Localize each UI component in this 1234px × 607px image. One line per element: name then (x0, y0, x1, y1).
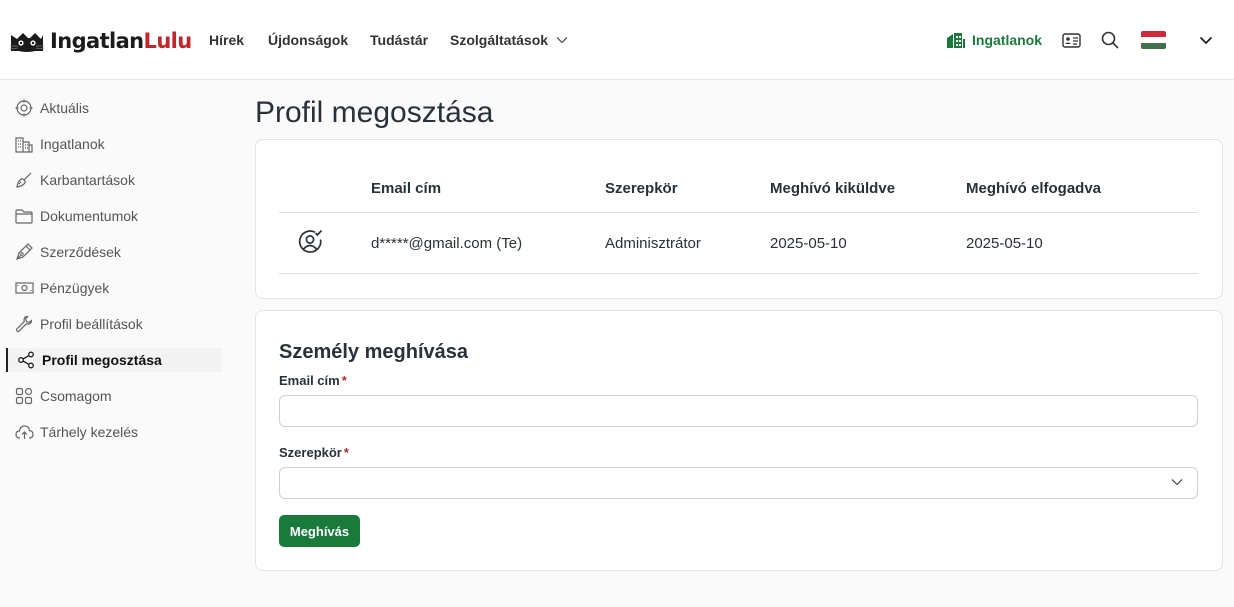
logo-text-main: Ingatlan (50, 29, 144, 53)
chevron-down-icon (1171, 479, 1183, 486)
cell-email: d*****@gmail.com (Te) (371, 235, 523, 252)
cloud-upload-icon (14, 422, 34, 442)
table-divider (279, 273, 1198, 274)
search-icon (1101, 31, 1119, 49)
role-select[interactable] (279, 467, 1198, 499)
sidebar-item-label: Profil megosztása (42, 352, 162, 368)
grid-icon (14, 386, 34, 406)
nav-label: Újdonságok (268, 32, 349, 48)
nav-hirek[interactable]: Hírek (209, 0, 244, 80)
cell-accepted: 2025-05-10 (966, 235, 1043, 252)
cell-role: Adminisztrátor (605, 235, 701, 252)
column-header-role: Szerepkör (605, 180, 678, 197)
sidebar-item-karbantartasok[interactable]: Karbantartások (6, 168, 222, 192)
column-header-accepted: Meghívó elfogadva (966, 180, 1102, 197)
ingatlanok-link[interactable]: Ingatlanok (946, 0, 1042, 80)
sidebar-item-label: Ingatlanok (40, 136, 105, 152)
search-button[interactable] (1101, 0, 1119, 80)
shared-users-table: Email cím Szerepkör Meghívó kiküldve Meg… (255, 139, 1223, 299)
email-label-text: Email cím (279, 373, 340, 388)
sidebar-item-label: Pénzügyek (40, 280, 110, 296)
role-label: Szerepkör * (279, 445, 349, 460)
brush-icon (14, 170, 34, 190)
sidebar-item-label: Profil beállítások (40, 316, 143, 332)
sidebar-item-tarhely-kezeles[interactable]: Tárhely kezelés (6, 420, 222, 444)
sidebar-item-label: Szerződések (40, 244, 121, 260)
language-selector[interactable] (1141, 0, 1166, 80)
column-header-email: Email cím (371, 180, 442, 197)
table-divider (279, 212, 1198, 213)
sidebar-item-label: Tárhely kezelés (40, 424, 139, 440)
pen-icon (14, 242, 34, 262)
id-card-button[interactable] (1062, 0, 1081, 80)
sidebar-item-aktualis[interactable]: Aktuális (6, 96, 222, 120)
share-icon (16, 350, 36, 370)
cash-icon (14, 278, 34, 298)
invite-form: Személy meghívása Email cím * Szerepkör * … (255, 310, 1223, 571)
ingatlanok-label: Ingatlanok (972, 32, 1043, 48)
logo-text: IngatlanLulu (50, 29, 192, 53)
nav-label: Hírek (209, 32, 245, 48)
sidebar-item-penzugyek[interactable]: Pénzügyek (6, 276, 222, 300)
sidebar-item-label: Karbantartások (40, 172, 135, 188)
role-label-text: Szerepkör (279, 445, 342, 460)
nav-label: Tudástár (370, 32, 429, 48)
column-header-sent: Meghívó kiküldve (770, 180, 896, 197)
chevron-down-icon (1199, 36, 1213, 44)
sidebar-item-szerzodesek[interactable]: Szerződések (6, 240, 222, 264)
nav-label: Szolgáltatások (450, 32, 549, 48)
email-input[interactable] (279, 395, 1198, 427)
nav-ujdonsagok[interactable]: Újdonságok (268, 0, 348, 80)
email-label: Email cím * (279, 373, 347, 388)
user-menu-toggle[interactable] (1199, 0, 1213, 80)
sidebar-item-ingatlanok[interactable]: Ingatlanok (6, 132, 222, 156)
hungarian-flag-icon (1141, 31, 1166, 49)
page-title: Profil megosztása (255, 96, 494, 129)
wrench-icon (14, 314, 34, 334)
invite-title: Személy meghívása (279, 341, 468, 363)
sidebar-item-label: Csomagom (40, 388, 112, 404)
logo-text-accent: Lulu (143, 29, 193, 53)
sidebar-item-dokumentumok[interactable]: Dokumentumok (6, 204, 222, 228)
sidebar-item-label: Aktuális (40, 100, 90, 116)
sidebar-item-profil-megosztasa[interactable]: Profil megosztása (6, 348, 222, 372)
sidebar-item-label: Dokumentumok (40, 208, 139, 224)
user-check-icon (298, 229, 323, 253)
cell-sent: 2025-05-10 (770, 235, 847, 252)
cat-logo-icon (9, 33, 45, 52)
building-icon (947, 32, 965, 48)
buildings-icon (14, 134, 34, 154)
sidebar-item-csomagom[interactable]: Csomagom (6, 384, 222, 408)
nav-tudastar[interactable]: Tudástár (370, 0, 428, 80)
required-mark: * (341, 373, 347, 388)
chevron-down-icon (556, 37, 568, 44)
top-header: IngatlanLulu Hírek Újdonságok Tudástár S… (0, 0, 1234, 80)
invite-button[interactable]: Meghívás (279, 515, 360, 547)
sidebar-item-profil-beallitasok[interactable]: Profil beállítások (6, 312, 222, 336)
id-card-icon (1062, 32, 1081, 48)
folder-icon (14, 206, 34, 226)
target-icon (14, 98, 34, 118)
flag-stripe (1141, 43, 1166, 49)
nav-szolgaltatasok[interactable]: Szolgáltatások (450, 0, 568, 80)
logo[interactable]: IngatlanLulu (8, 26, 192, 56)
required-mark: * (343, 445, 349, 460)
